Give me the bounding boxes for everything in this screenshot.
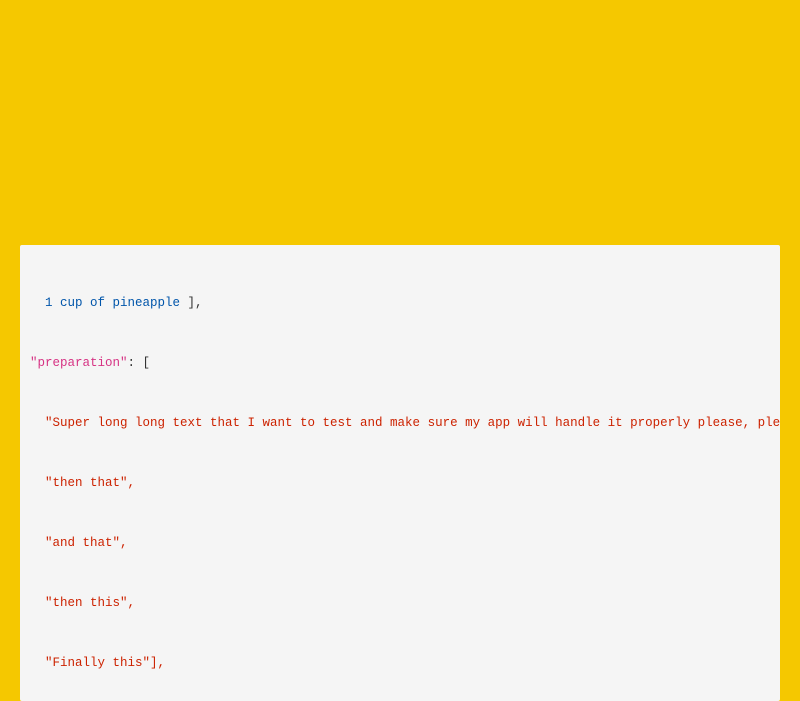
code-key: "preparation" [30,356,128,370]
code-value: "Super long long text that I want to tes… [30,416,780,430]
code-line-6: "then this", [30,593,770,613]
code-panel: 1 cup of pineapple ], "preparation": [ "… [20,245,780,701]
code-line-2: "preparation": [ [30,353,770,373]
code-value: "and that", [30,536,128,550]
code-punctuation: ], [188,296,203,310]
code-text: 1 cup of pineapple [30,296,188,310]
code-line-4: "then that", [30,473,770,493]
code-line-3: "Super long long text that I want to tes… [30,413,770,433]
code-line-1: 1 cup of pineapple ], [30,293,770,313]
code-value: "then this", [30,596,135,610]
code-value: "Finally this"], [30,656,165,670]
code-line-5: "and that", [30,533,770,553]
code-line-7: "Finally this"], [30,653,770,673]
code-punctuation: : [ [128,356,151,370]
code-value: "then that", [30,476,135,490]
